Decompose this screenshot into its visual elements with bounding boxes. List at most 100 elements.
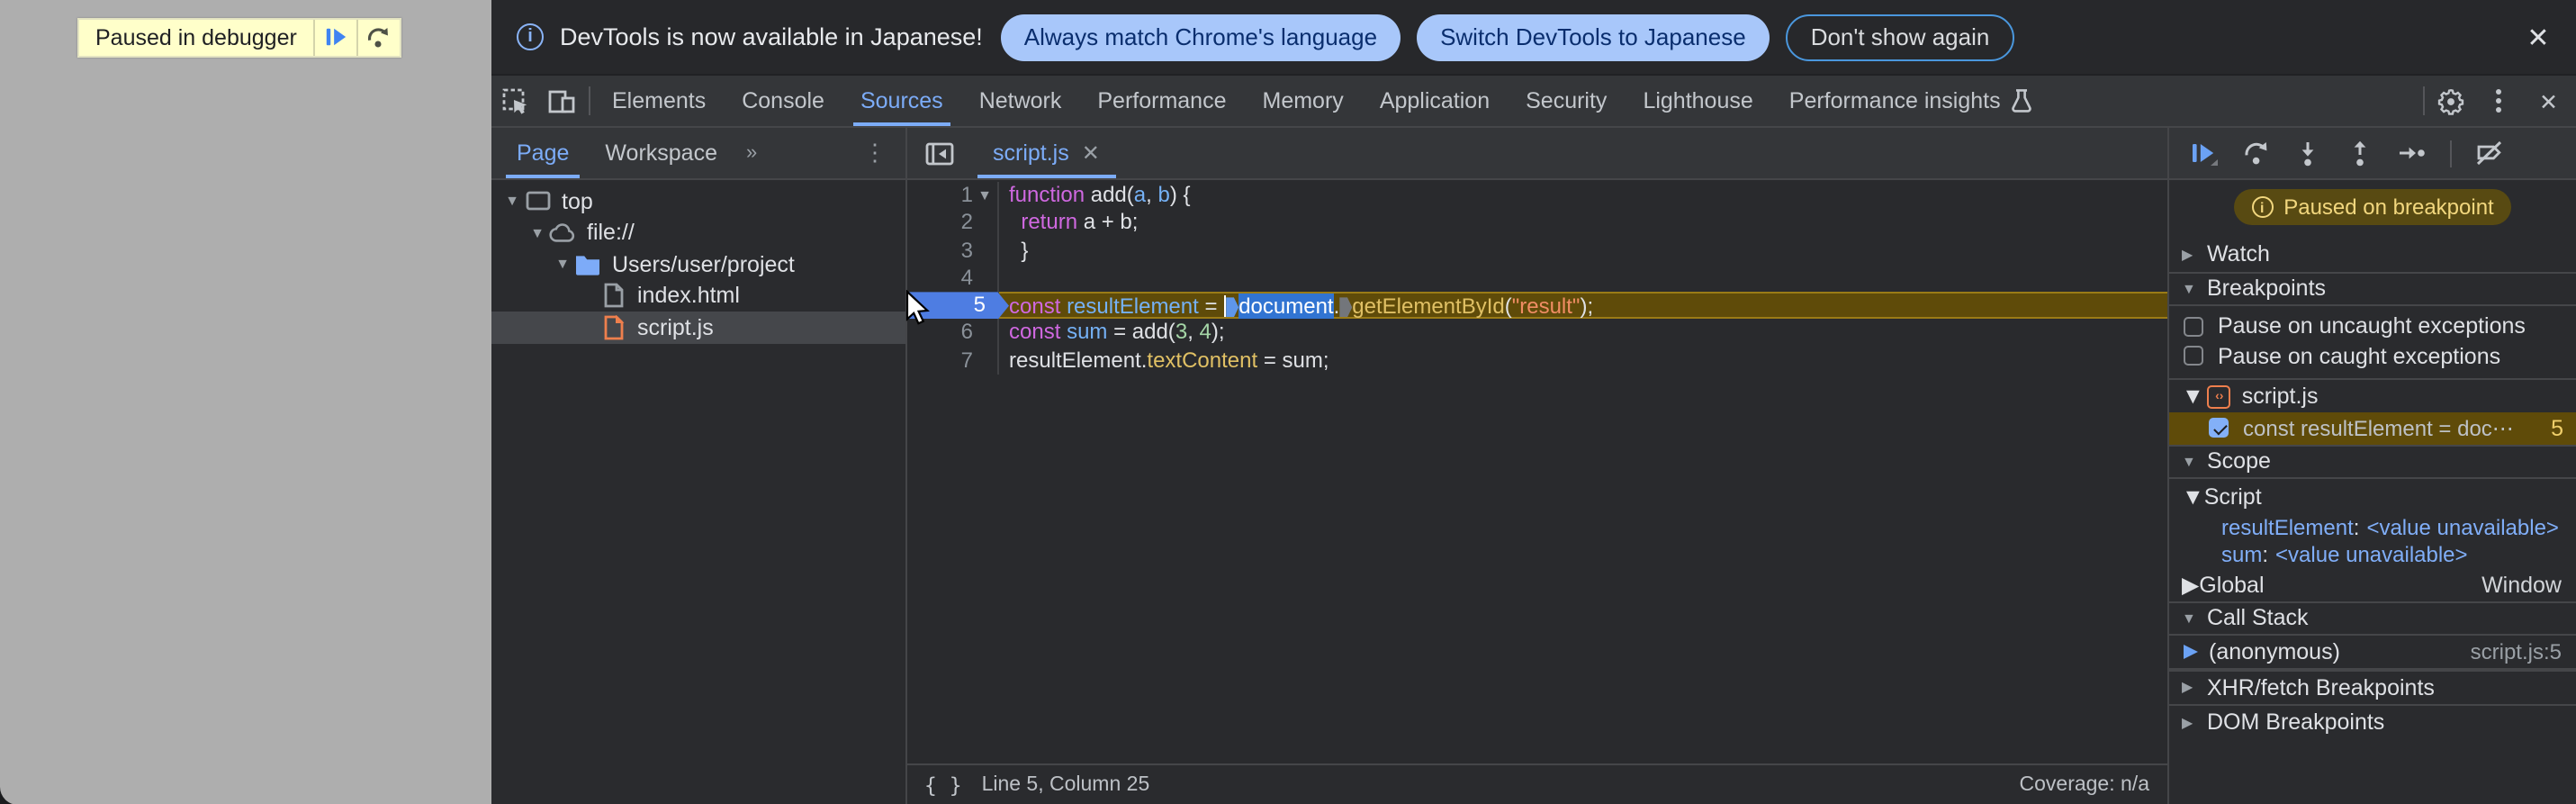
fold-caret-icon[interactable]: ▼ <box>973 182 996 210</box>
line-number-gutter[interactable]: 55 <box>906 292 1009 320</box>
breakpoint-entry[interactable]: const resultElement = doc⋯ 5 <box>2169 412 2576 444</box>
section-xhr-breakpoints[interactable]: ▶ XHR/fetch Breakpoints <box>2169 669 2576 704</box>
code-line[interactable]: 55const resultElement = document. getElem… <box>906 292 2167 320</box>
breakpoint-checkbox[interactable] <box>2209 418 2229 438</box>
section-breakpoints[interactable]: ▼ Breakpoints <box>2169 271 2576 306</box>
navigator-tab-workspace[interactable]: Workspace <box>587 128 735 178</box>
code-line-content[interactable] <box>998 265 2167 293</box>
line-number[interactable]: 7 <box>961 348 973 375</box>
line-number-gutter[interactable]: 6 <box>906 319 998 348</box>
code-line[interactable]: 2 return a + b; <box>906 209 2167 238</box>
tab-elements[interactable]: Elements <box>594 76 724 126</box>
code-editor[interactable]: 1 ▼ function add(a, b) {2 return a + b; 3 }… <box>906 180 2167 763</box>
line-number[interactable]: 1 <box>961 182 973 210</box>
editor-tab-script-js[interactable]: script.js ✕ <box>977 128 1117 178</box>
inspect-element-button[interactable] <box>491 76 538 126</box>
expand-caret-icon[interactable]: ▼ <box>527 225 547 241</box>
line-number-gutter[interactable]: 7 <box>906 347 998 375</box>
settings-gear-button[interactable] <box>2427 76 2474 126</box>
scope-global-group[interactable]: ▶ Global Window <box>2169 569 2576 601</box>
section-scope[interactable]: ▼ Scope <box>2169 444 2576 479</box>
line-number-gutter[interactable]: 4 <box>906 264 998 293</box>
editor-tab-close-icon[interactable]: ✕ <box>1082 140 1100 166</box>
line-number[interactable]: 2 <box>961 210 973 238</box>
tree-item-script-js[interactable]: script.js <box>491 312 905 343</box>
code-line-content[interactable]: const sum = add(3, 4); <box>998 320 2167 348</box>
step-button[interactable] <box>2398 139 2427 167</box>
line-number-gutter[interactable]: 1 ▼ <box>906 182 998 210</box>
expanded-caret-icon: ▼ <box>2182 280 2196 297</box>
breakpoints-label: Breakpoints <box>2207 276 2327 302</box>
tab-console[interactable]: Console <box>724 76 842 126</box>
code-line[interactable]: 7 resultElement.textContent = sum; <box>906 347 2167 375</box>
step-over-button[interactable] <box>2241 139 2270 167</box>
expand-caret-icon[interactable]: ▼ <box>502 194 522 210</box>
devtools-close-button[interactable]: ✕ <box>2521 76 2576 126</box>
execution-line-badge[interactable]: 5 <box>906 292 1009 320</box>
deactivate-breakpoints-button[interactable] <box>2475 139 2504 167</box>
more-navigator-tabs-button[interactable]: » <box>735 142 766 164</box>
step-over-button[interactable] <box>356 19 400 55</box>
infobar-close-button[interactable]: ✕ <box>2518 21 2558 53</box>
code-line[interactable]: 4 <box>906 264 2167 293</box>
device-toolbar-button[interactable] <box>538 76 585 126</box>
scope-variable-row[interactable]: resultElement: <value unavailable> <box>2169 513 2576 541</box>
token-plain: resultElement. <box>1009 347 1148 373</box>
line-number[interactable]: 3 <box>961 237 973 265</box>
navigator-tab-page[interactable]: Page <box>499 128 587 178</box>
tab-performance-insights[interactable]: Performance insights <box>1771 76 2051 126</box>
line-number[interactable]: 6 <box>961 320 973 348</box>
current-frame-arrow-icon <box>2184 644 2198 659</box>
section-watch[interactable]: ▶ Watch <box>2169 236 2576 271</box>
scope-variable-row[interactable]: sum: <value unavailable> <box>2169 541 2576 569</box>
line-number[interactable]: 4 <box>961 265 973 293</box>
tab-security[interactable]: Security <box>1508 76 1625 126</box>
section-dom-breakpoints[interactable]: ▶ DOM Breakpoints <box>2169 704 2576 739</box>
code-line[interactable]: 3 } <box>906 237 2167 265</box>
tab-application[interactable]: Application <box>1362 76 1508 126</box>
tree-item-file-protocol[interactable]: ▼ file:// <box>491 217 905 248</box>
scope-script-group[interactable]: ▼ Script <box>2169 479 2576 513</box>
breakpoint-file-group[interactable]: ▼ ‹› script.js <box>2169 378 2576 412</box>
tab-network[interactable]: Network <box>961 76 1080 126</box>
code-line-content[interactable]: const resultElement = document. getElemen… <box>998 292 2167 320</box>
collapsed-caret-icon: ▶ <box>2182 679 2193 696</box>
pause-caught-exceptions-row[interactable]: Pause on caught exceptions <box>2169 341 2576 371</box>
code-line-content[interactable]: return a + b; <box>998 210 2167 238</box>
code-line[interactable]: 6 const sum = add(3, 4); <box>906 319 2167 348</box>
navigator-menu-button[interactable]: ⋮ <box>845 139 905 167</box>
tree-item-top[interactable]: ▼ top <box>491 185 905 217</box>
line-number-gutter[interactable]: 2 <box>906 209 998 238</box>
hide-navigator-button[interactable] <box>915 141 962 165</box>
tab-sources[interactable]: Sources <box>842 76 961 126</box>
dont-show-again-button[interactable]: Don't show again <box>1785 14 2015 60</box>
section-call-stack[interactable]: ▼ Call Stack <box>2169 601 2576 636</box>
tab-lighthouse[interactable]: Lighthouse <box>1625 76 1770 126</box>
code-line-content[interactable]: function add(a, b) { <box>998 182 2167 210</box>
tree-item-project-folder[interactable]: ▼ Users/user/project <box>491 248 905 280</box>
switch-devtools-japanese-button[interactable]: Switch DevTools to Japanese <box>1417 14 1770 60</box>
more-options-button[interactable] <box>2474 76 2521 126</box>
step-out-button[interactable] <box>2346 139 2374 167</box>
collapsed-caret-icon: ▶ <box>2182 246 2193 263</box>
match-chrome-language-button[interactable]: Always match Chrome's language <box>1000 14 1401 60</box>
code-line[interactable]: 1 ▼ function add(a, b) { <box>906 182 2167 210</box>
resume-script-button[interactable] <box>312 19 356 55</box>
step-into-button[interactable] <box>2293 139 2322 167</box>
call-stack-label: Call Stack <box>2207 605 2309 631</box>
line-number-gutter[interactable]: 3 <box>906 237 998 265</box>
uncaught-exceptions-checkbox[interactable] <box>2184 316 2203 337</box>
tree-item-index-html[interactable]: index.html <box>491 280 905 312</box>
expand-caret-icon[interactable]: ▼ <box>553 257 572 273</box>
caught-exceptions-checkbox[interactable] <box>2184 346 2203 366</box>
code-line-content[interactable]: } <box>998 237 2167 265</box>
call-stack-frame[interactable]: (anonymous) script.js:5 <box>2169 636 2576 669</box>
pretty-print-button[interactable]: { } <box>924 772 962 798</box>
tab-memory[interactable]: Memory <box>1245 76 1362 126</box>
code-line-content[interactable]: resultElement.textContent = sum; <box>998 348 2167 375</box>
tabbar-right-separator <box>2422 86 2425 115</box>
resume-button[interactable] <box>2189 139 2218 167</box>
token-prop: textContent <box>1147 347 1258 373</box>
tab-performance[interactable]: Performance <box>1079 76 1244 126</box>
pause-uncaught-exceptions-row[interactable]: Pause on uncaught exceptions <box>2169 312 2576 341</box>
